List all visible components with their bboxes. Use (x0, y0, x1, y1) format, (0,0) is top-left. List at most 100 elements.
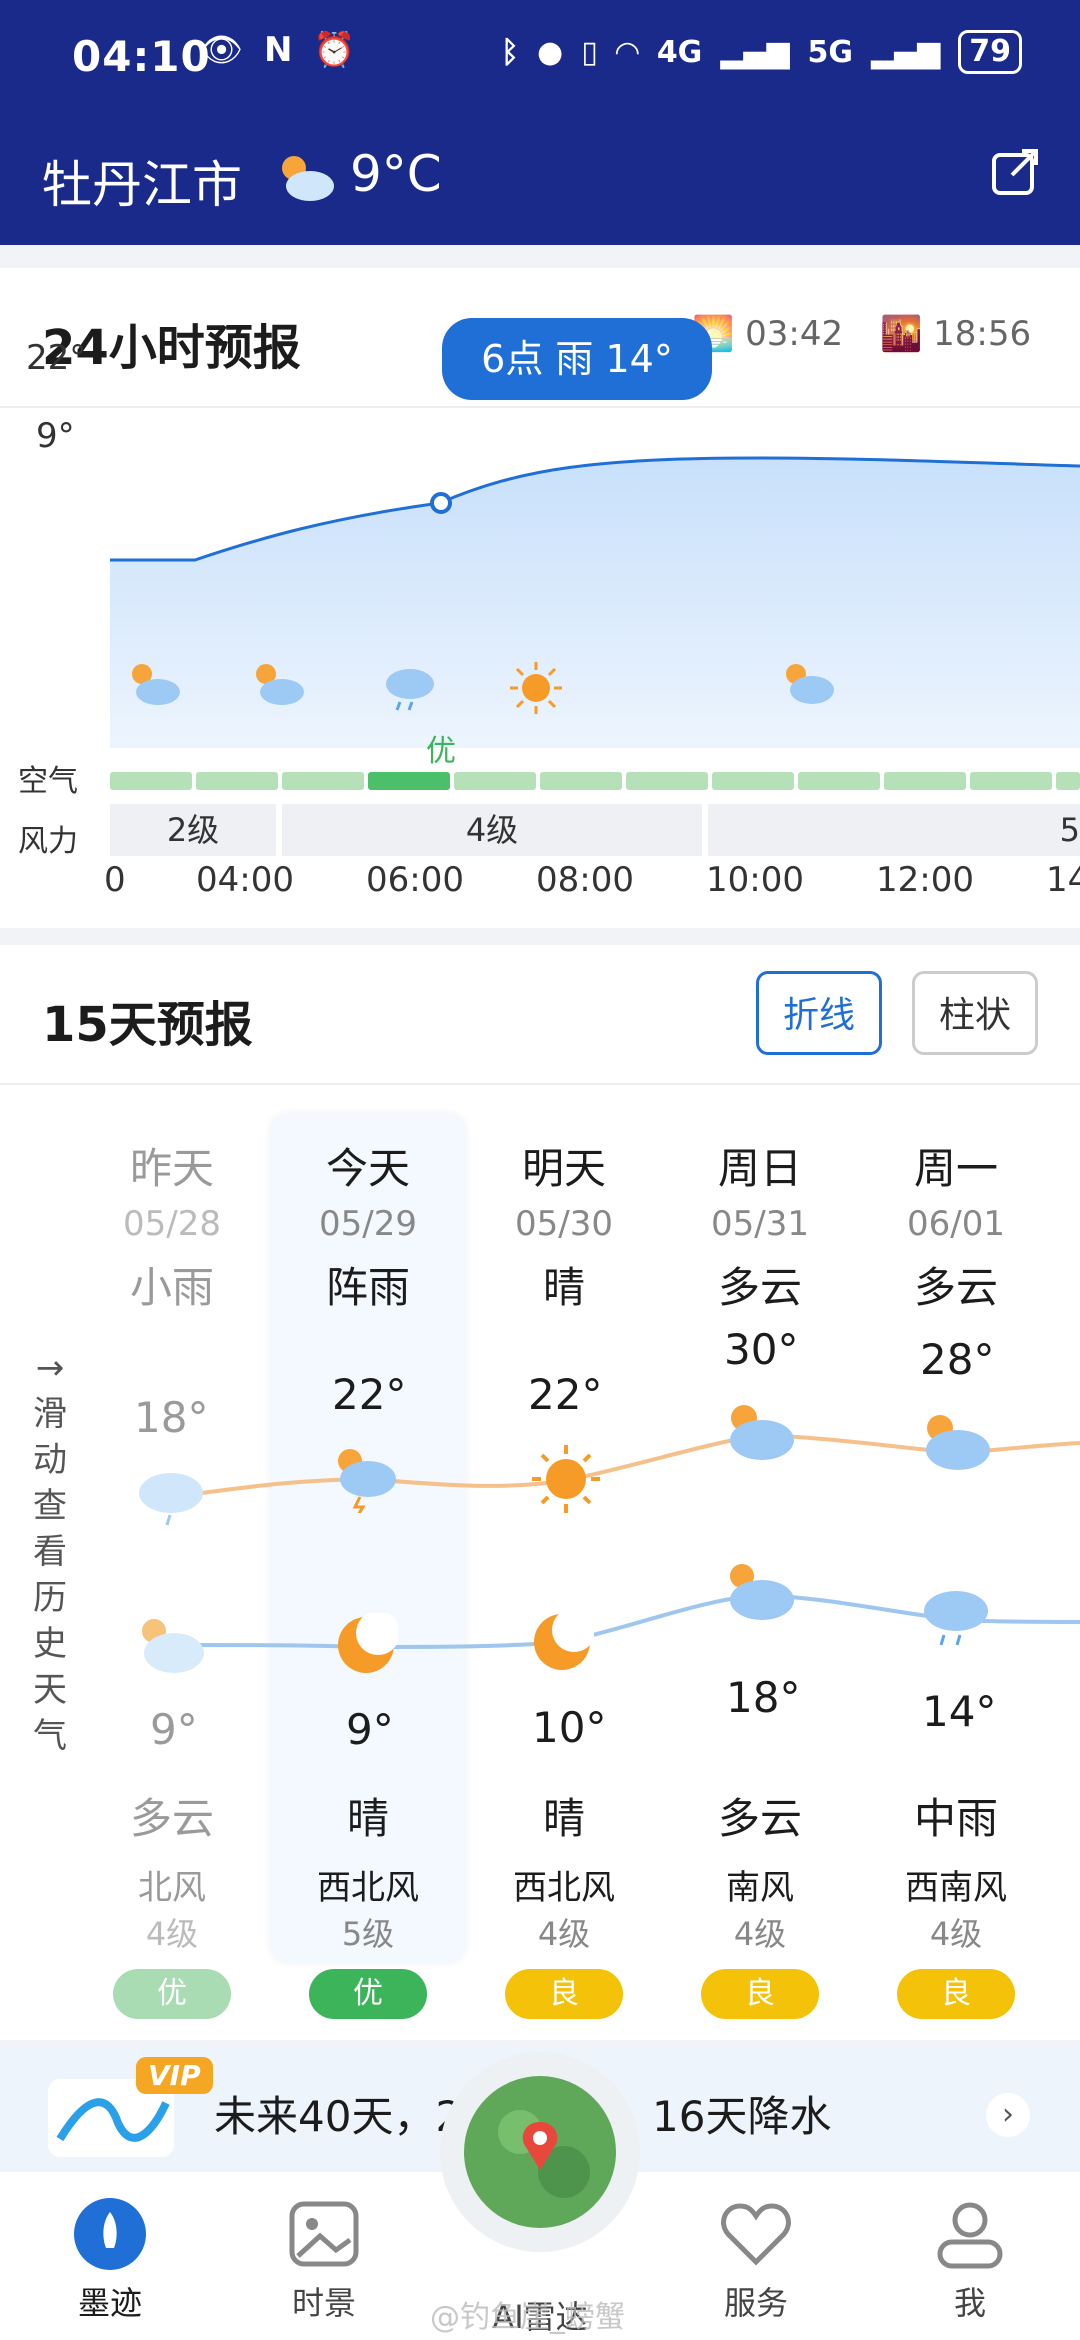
nav-label: 墨迹 (77, 2284, 142, 2322)
night-condition: 晴 (542, 1794, 585, 1843)
nav-label: 我 (953, 2284, 986, 2322)
low-temp: 10° (532, 1703, 607, 1752)
nav-item-moji[interactable]: 墨迹 (40, 2196, 180, 2324)
wind-direction: 北风 (138, 1868, 206, 1908)
low-temp: 18° (726, 1673, 801, 1722)
day-name: 周一 (913, 1144, 998, 1193)
banner-text-left: 未来40天，2 (214, 2092, 463, 2141)
nav-label: 时景 (291, 2284, 356, 2322)
rain-icon (139, 1473, 203, 1526)
aqi-badge: 良 (701, 1969, 819, 2019)
high-temp: 30° (724, 1325, 799, 1374)
app-header: 04:10 👁 N ⏰ ᛒ ● ▯ ◠ 4G ▂▄▆ 5G ▂▄▆ 79 牡丹江… (0, 0, 1080, 245)
rain-icon (386, 669, 434, 711)
daily-card: 15天预报 折线 柱状 → 滑 动 查 看 历 史 天 气 昨天 05/28 小… (0, 945, 1080, 2040)
high-temp: 22° (332, 1370, 407, 1419)
nav-item-service[interactable]: 服务 (686, 2196, 826, 2324)
sun-icon (510, 662, 562, 714)
partly-cloudy-night-icon (142, 1619, 204, 1673)
day-bottom: 中雨 西南风 4级 良 (858, 1775, 1054, 2019)
partly-cloudy-icon (926, 1415, 990, 1470)
day-date: 05/31 (711, 1204, 809, 1244)
y-label-low: 9° (36, 416, 75, 456)
chevron-right-icon[interactable]: › (986, 2093, 1030, 2137)
night-condition: 多云 (717, 1794, 802, 1843)
day-bottom: 晴 西北风 5级 优 (270, 1775, 466, 2019)
status-icons-left: 👁 N ⏰ (200, 30, 356, 70)
partly-cloudy-icon (730, 1405, 794, 1460)
aqi-bar (110, 772, 192, 790)
bottom-nav: 墨迹 时景 AI雷达 服务 我 @钓鱼崖_螃蟹 (0, 2052, 1080, 2340)
y-label-high: 22° (26, 338, 87, 378)
aqi-marker: 优 (426, 734, 456, 769)
sunset-icon: 🌇 (880, 314, 923, 354)
location-icon: ● (537, 34, 564, 70)
nfc-icon: N (263, 30, 293, 70)
partly-cloudy-night-icon (132, 664, 180, 705)
moon-icon (534, 1610, 594, 1670)
high-temp: 28° (920, 1335, 995, 1384)
time-tick: 04:00 (196, 860, 294, 900)
day-date: 05/29 (319, 1204, 417, 1244)
wind-level-seg: 4级 (282, 804, 702, 856)
nav-item-me[interactable]: 我 (900, 2196, 1040, 2324)
wind-level-seg: 5 (708, 804, 1080, 856)
day-name: 昨天 (129, 1144, 214, 1193)
aqi-bar (970, 772, 1052, 790)
time-tick: 10:00 (706, 860, 804, 900)
radar-map-icon[interactable] (460, 2072, 620, 2232)
partly-cloudy-icon (282, 156, 334, 201)
day-column-today[interactable]: 今天 05/29 阵雨 (270, 1135, 466, 1315)
wifi-icon: ◠ (615, 34, 639, 70)
vip-badge: VIP (136, 2057, 213, 2094)
day-column[interactable]: 昨天 05/28 小雨 (74, 1135, 270, 1315)
time-tick: 0 (104, 860, 126, 900)
aqi-badge: 良 (897, 1969, 1015, 2019)
aqi-badge: 良 (505, 1969, 623, 2019)
aqi-bar (1056, 772, 1080, 790)
wind-level-text: 5 (1059, 811, 1080, 849)
night-condition: 晴 (346, 1794, 389, 1843)
aqi-badge: 优 (309, 1969, 427, 2019)
partly-cloudy-night-icon (730, 1564, 794, 1620)
low-temp: 9° (346, 1705, 394, 1754)
wind-direction: 西北风 (317, 1868, 419, 1908)
sunrise-time: 03:42 (745, 314, 844, 354)
aqi-bar (626, 772, 708, 790)
eye-icon: 👁 (200, 30, 244, 70)
aqi-bar (884, 772, 966, 790)
day-column[interactable]: 周一 06/01 多云 (858, 1135, 1054, 1315)
nav-item-scenery[interactable]: 时景 (254, 2196, 394, 2324)
aqi-bar (196, 772, 278, 790)
high-temp: 18° (134, 1393, 209, 1442)
wind-direction: 南风 (726, 1868, 794, 1908)
low-temp: 14° (922, 1687, 997, 1736)
moon-icon (338, 1613, 398, 1673)
city-name[interactable]: 牡丹江市 (42, 145, 242, 217)
watermark: @钓鱼崖_螃蟹 (430, 2300, 625, 2335)
signal-icon: ▂▄▆ (720, 34, 790, 70)
aqi-bar (540, 772, 622, 790)
rain-icon (924, 1591, 988, 1646)
time-tick: 14 (1046, 860, 1080, 900)
day-condition: 晴 (542, 1263, 585, 1312)
day-condition: 多云 (913, 1263, 998, 1312)
day-name: 周日 (717, 1144, 802, 1193)
sunset-time: 18:56 (933, 314, 1032, 354)
network-4g: 4G (656, 34, 703, 70)
sunset-info: 🌇 18:56 (880, 314, 1031, 354)
share-icon[interactable] (990, 145, 1042, 197)
status-time: 04:10 (72, 32, 211, 81)
day-condition: 多云 (717, 1263, 802, 1312)
vibrate-icon: ▯ (581, 34, 598, 70)
current-temp: 9°C (350, 145, 442, 203)
battery-indicator: 79 (958, 30, 1022, 74)
day-bottom: 多云 南风 4级 良 (662, 1775, 858, 2019)
aqi-badge: 优 (113, 1969, 231, 2019)
partly-cloudy-icon (256, 664, 304, 705)
wind-level: 4级 (929, 1915, 983, 1953)
day-column[interactable]: 周日 05/31 多云 (662, 1135, 858, 1315)
status-icons-right: ᛒ ● ▯ ◠ 4G ▂▄▆ 5G ▂▄▆ 79 (501, 30, 1022, 74)
day-date: 05/30 (515, 1204, 613, 1244)
day-column[interactable]: 明天 05/30 晴 (466, 1135, 662, 1315)
